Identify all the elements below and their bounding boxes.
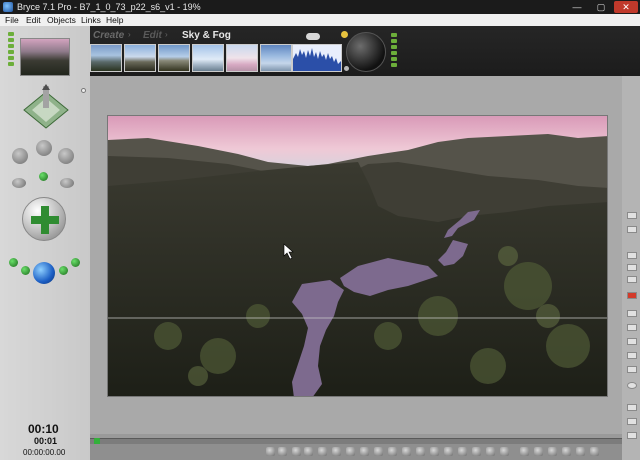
- memory-dot-14-icon[interactable]: [472, 447, 481, 456]
- step-back-icon[interactable]: [534, 447, 543, 456]
- camera-trackball[interactable]: [22, 197, 66, 241]
- tool-list-icon[interactable]: [627, 338, 637, 345]
- title-bar: Bryce 7.1 Pro - B7_1_0_73_p22_s6_v1 - 19…: [0, 0, 640, 14]
- tool-layer-3-icon[interactable]: [627, 276, 637, 283]
- end-icon[interactable]: [590, 447, 599, 456]
- tool-rows-icon[interactable]: [627, 366, 637, 373]
- render-preview[interactable]: [107, 115, 608, 397]
- memory-dot-11-icon[interactable]: [430, 447, 439, 456]
- window-title: Bryce 7.1 Pro - B7_1_0_73_p22_s6_v1 - 19…: [17, 2, 201, 12]
- sky-preset-3[interactable]: [158, 44, 190, 72]
- tool-layer-1-icon[interactable]: [627, 252, 637, 259]
- cross-control-left-icon[interactable]: [12, 148, 28, 164]
- pan-right-icon[interactable]: [60, 178, 74, 188]
- sky-preset-1[interactable]: [90, 44, 122, 72]
- tool-box-icon[interactable]: [627, 324, 637, 331]
- tool-zoom-icon[interactable]: [627, 404, 637, 411]
- tab-create[interactable]: Create: [93, 30, 124, 41]
- tab-edit[interactable]: Edit: [143, 30, 162, 41]
- sky-preset-2[interactable]: [124, 44, 156, 72]
- play-icon[interactable]: [548, 447, 557, 456]
- view-control[interactable]: [20, 84, 72, 134]
- tool-pencil-icon[interactable]: [627, 212, 637, 219]
- nano-preview[interactable]: [20, 38, 70, 76]
- memory-dot-2-icon[interactable]: [304, 447, 313, 456]
- zoom-in-icon[interactable]: [71, 258, 80, 267]
- pan-left-icon[interactable]: [12, 178, 26, 188]
- tool-square-icon[interactable]: [627, 310, 637, 317]
- menu-bar: File Edit Objects Links Help: [0, 14, 640, 26]
- tab-sky-fog[interactable]: Sky & Fog: [182, 30, 231, 41]
- sun-icon[interactable]: [341, 31, 348, 38]
- memory-dot-1-icon[interactable]: [292, 447, 301, 456]
- memory-dot-8-icon[interactable]: [388, 447, 397, 456]
- memory-dot-9-icon[interactable]: [402, 447, 411, 456]
- reset-view-icon[interactable]: [39, 172, 48, 181]
- app-icon: [3, 2, 13, 12]
- memory-dot-4-icon[interactable]: [332, 447, 341, 456]
- tool-layer-2-icon[interactable]: [627, 264, 637, 271]
- memory-dot-15-icon[interactable]: [486, 447, 495, 456]
- view-options-icon[interactable]: [81, 88, 86, 93]
- memory-dot-3-icon[interactable]: [318, 447, 327, 456]
- memory-dot-12-icon[interactable]: [444, 447, 453, 456]
- menu-objects[interactable]: Objects: [47, 14, 76, 26]
- tool-circle-icon[interactable]: [627, 382, 637, 389]
- zoom-out-icon[interactable]: [9, 258, 18, 267]
- tool-rotate-icon[interactable]: [627, 432, 637, 439]
- timecode-display: 00:00:00.00: [23, 448, 66, 457]
- memory-dot-13-icon[interactable]: [458, 447, 467, 456]
- minimize-button[interactable]: —: [566, 1, 588, 13]
- time-display: 00:10: [28, 422, 59, 436]
- key-add-icon[interactable]: [266, 447, 275, 456]
- memory-dot-6-icon[interactable]: [360, 447, 369, 456]
- memory-dot-5-icon[interactable]: [346, 447, 355, 456]
- cross-control-right-icon[interactable]: [58, 148, 74, 164]
- tool-hand-icon[interactable]: [627, 418, 637, 425]
- tool-brush-icon[interactable]: [627, 226, 637, 233]
- step-forward-icon[interactable]: [562, 447, 571, 456]
- tool-down-icon[interactable]: [627, 352, 637, 359]
- menu-help[interactable]: Help: [106, 14, 123, 26]
- sun-moon-trackball[interactable]: [346, 32, 386, 72]
- fog-histogram[interactable]: [292, 44, 342, 72]
- rewind-icon[interactable]: [520, 447, 529, 456]
- memory-dot-10-icon[interactable]: [416, 447, 425, 456]
- edit-arrow-icon: ›: [165, 30, 168, 39]
- sky-preset-6[interactable]: [260, 44, 292, 72]
- preview-options-leds[interactable]: [8, 32, 14, 68]
- key-remove-icon[interactable]: [278, 447, 287, 456]
- palette-options-leds[interactable]: [391, 33, 397, 69]
- menu-edit[interactable]: Edit: [26, 14, 41, 26]
- maximize-button[interactable]: ▢: [590, 1, 612, 13]
- menu-file[interactable]: File: [5, 14, 19, 26]
- tool-red-icon[interactable]: [627, 292, 637, 299]
- cloud-icon[interactable]: [306, 33, 320, 40]
- field-of-view-ball[interactable]: [33, 262, 55, 284]
- sun-moon-dot-icon[interactable]: [344, 66, 349, 71]
- create-arrow-icon: ›: [128, 30, 131, 39]
- sky-preset-4[interactable]: [192, 44, 224, 72]
- frame-display: 00:01: [34, 436, 58, 446]
- cross-control-top-icon[interactable]: [36, 140, 52, 156]
- sky-preset-5[interactable]: [226, 44, 258, 72]
- memory-dot-7-icon[interactable]: [374, 447, 383, 456]
- close-button[interactable]: ✕: [614, 1, 638, 13]
- memory-dot-16-icon[interactable]: [500, 447, 509, 456]
- pan-up-icon[interactable]: [59, 266, 68, 275]
- fast-forward-icon[interactable]: [576, 447, 585, 456]
- pan-down-icon[interactable]: [21, 266, 30, 275]
- menu-links[interactable]: Links: [81, 14, 101, 26]
